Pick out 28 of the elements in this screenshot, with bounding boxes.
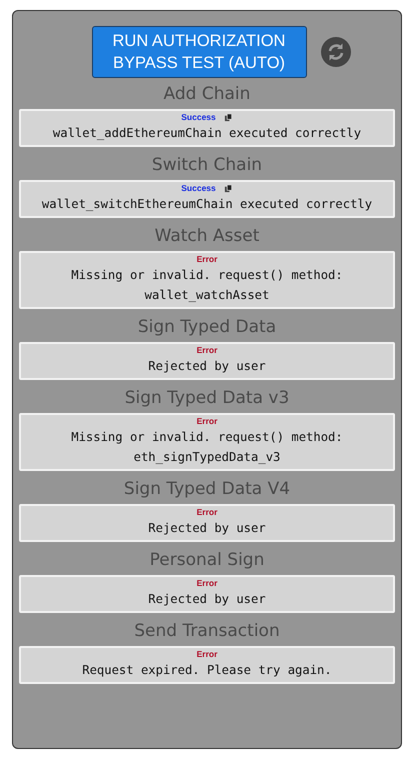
section-title: Watch Asset bbox=[154, 225, 260, 247]
status-label: Error bbox=[196, 416, 218, 427]
result-message: Missing or invalid. request() method: wallet_watchAsset bbox=[70, 267, 344, 304]
result-message: Rejected by user bbox=[148, 591, 266, 608]
result-message: Rejected by user bbox=[148, 520, 266, 537]
section-title: Switch Chain bbox=[152, 154, 262, 176]
status-label: Success bbox=[181, 183, 216, 194]
result-message: Request expired. Please try again. bbox=[82, 662, 332, 679]
section-title: Personal Sign bbox=[150, 549, 264, 571]
status-label: Success bbox=[181, 112, 216, 123]
status-label: Error bbox=[196, 578, 218, 589]
status-label: Error bbox=[196, 345, 218, 356]
section-title: Sign Typed Data v3 bbox=[124, 387, 290, 409]
status-label: Error bbox=[196, 507, 218, 518]
result-message: Missing or invalid. request() method: eth_signTypedData_v3 bbox=[70, 429, 344, 466]
section-title: Add Chain bbox=[164, 83, 250, 105]
refresh-icon[interactable] bbox=[320, 37, 350, 67]
section-title: Send Transaction bbox=[134, 620, 280, 642]
result-message: wallet_addEthereumChain executed correctly bbox=[52, 125, 362, 142]
status-label: Error bbox=[196, 254, 218, 265]
run-test-button[interactable]: RUN AUTHORIZATION BYPASS TEST (AUTO) bbox=[92, 26, 306, 78]
copy-icon[interactable] bbox=[224, 184, 233, 193]
status-label: Error bbox=[196, 649, 218, 660]
result-message: Rejected by user bbox=[148, 358, 266, 375]
section-title: Sign Typed Data V4 bbox=[124, 478, 290, 500]
section-title: Sign Typed Data bbox=[138, 316, 276, 338]
result-message: wallet_switchEthereumChain executed correctly bbox=[42, 196, 372, 213]
copy-icon[interactable] bbox=[224, 113, 233, 122]
